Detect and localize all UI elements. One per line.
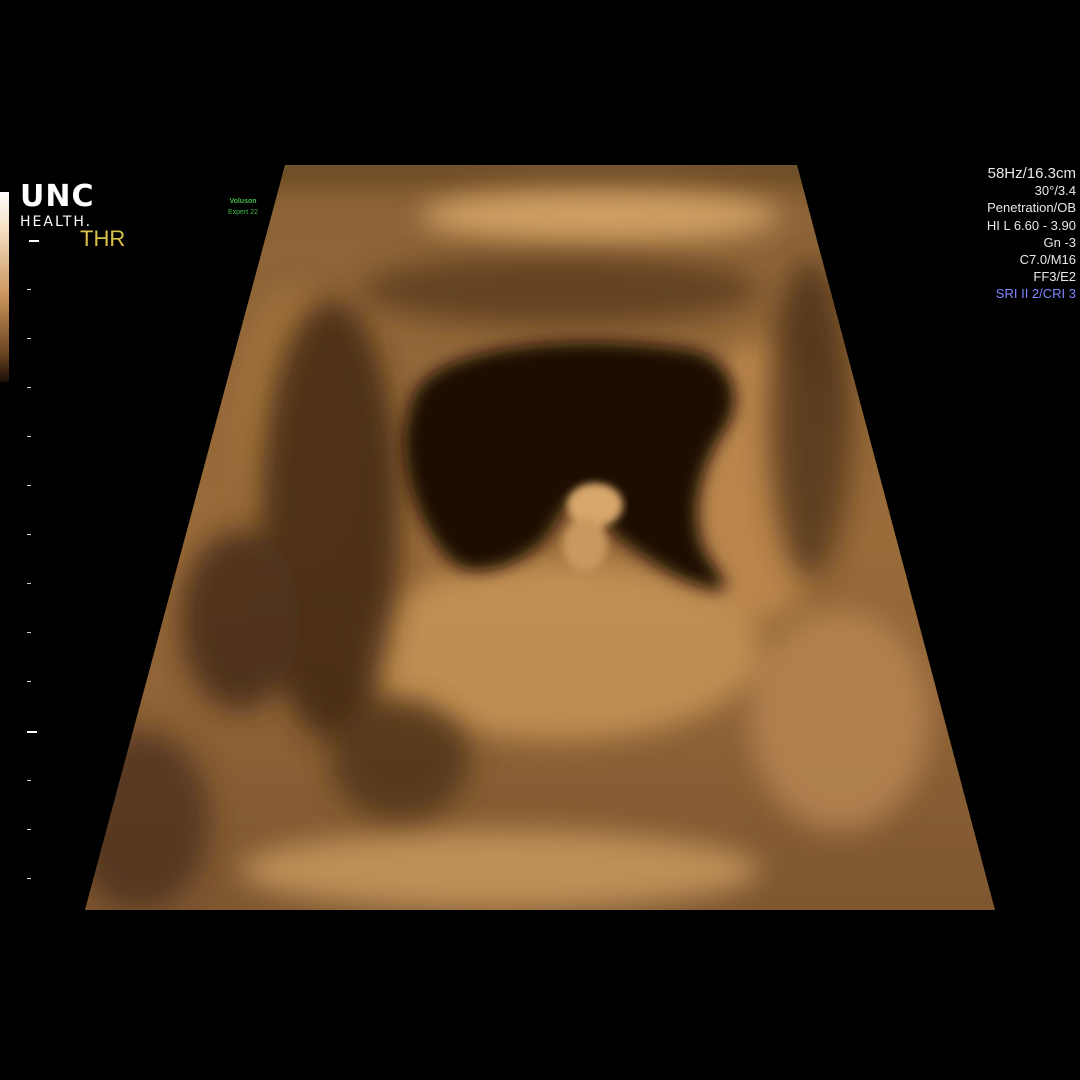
param-compound: C7.0/M16 [1019,252,1076,268]
depth-tick [27,829,31,830]
acquisition-parameters: 58Hz/16.3cm 30°/3.4 Penetration/OB HI L … [987,165,1076,303]
device-model: Expert 22 [228,209,258,216]
depth-tick [27,731,37,733]
param-gain: Gn -3 [1043,234,1076,250]
depth-tick [29,240,39,242]
param-frequency: HI L 6.60 - 3.90 [986,217,1076,233]
ultrasound-image [85,165,995,910]
param-frame-filter: FF3/E2 [1033,269,1076,285]
depth-tick [27,485,31,486]
depth-tick [27,583,31,584]
param-sri-cri: SRI II 2/CRI 3 [995,286,1076,302]
device-brand: Voluson Expert 22 [228,196,258,218]
grey-scale-bar [0,192,9,382]
depth-tick [27,387,31,388]
depth-tick [27,534,31,535]
depth-tick [27,681,31,682]
device-brand-name: Voluson [229,198,257,205]
depth-tick [27,632,31,633]
param-angle: 30°/3.4 [1034,183,1076,199]
unc-health-logo: UNC HEALTH. [20,179,95,231]
logo-line-1: UNC [20,179,95,214]
depth-tick [27,780,31,781]
depth-tick [27,436,31,437]
depth-tick [27,878,31,879]
depth-tick [27,338,31,339]
param-preset: Penetration/OB [987,200,1076,216]
depth-tick [27,289,31,290]
mode-label: THR [80,226,126,251]
param-frame-rate-depth: 58Hz/16.3cm [987,165,1076,182]
